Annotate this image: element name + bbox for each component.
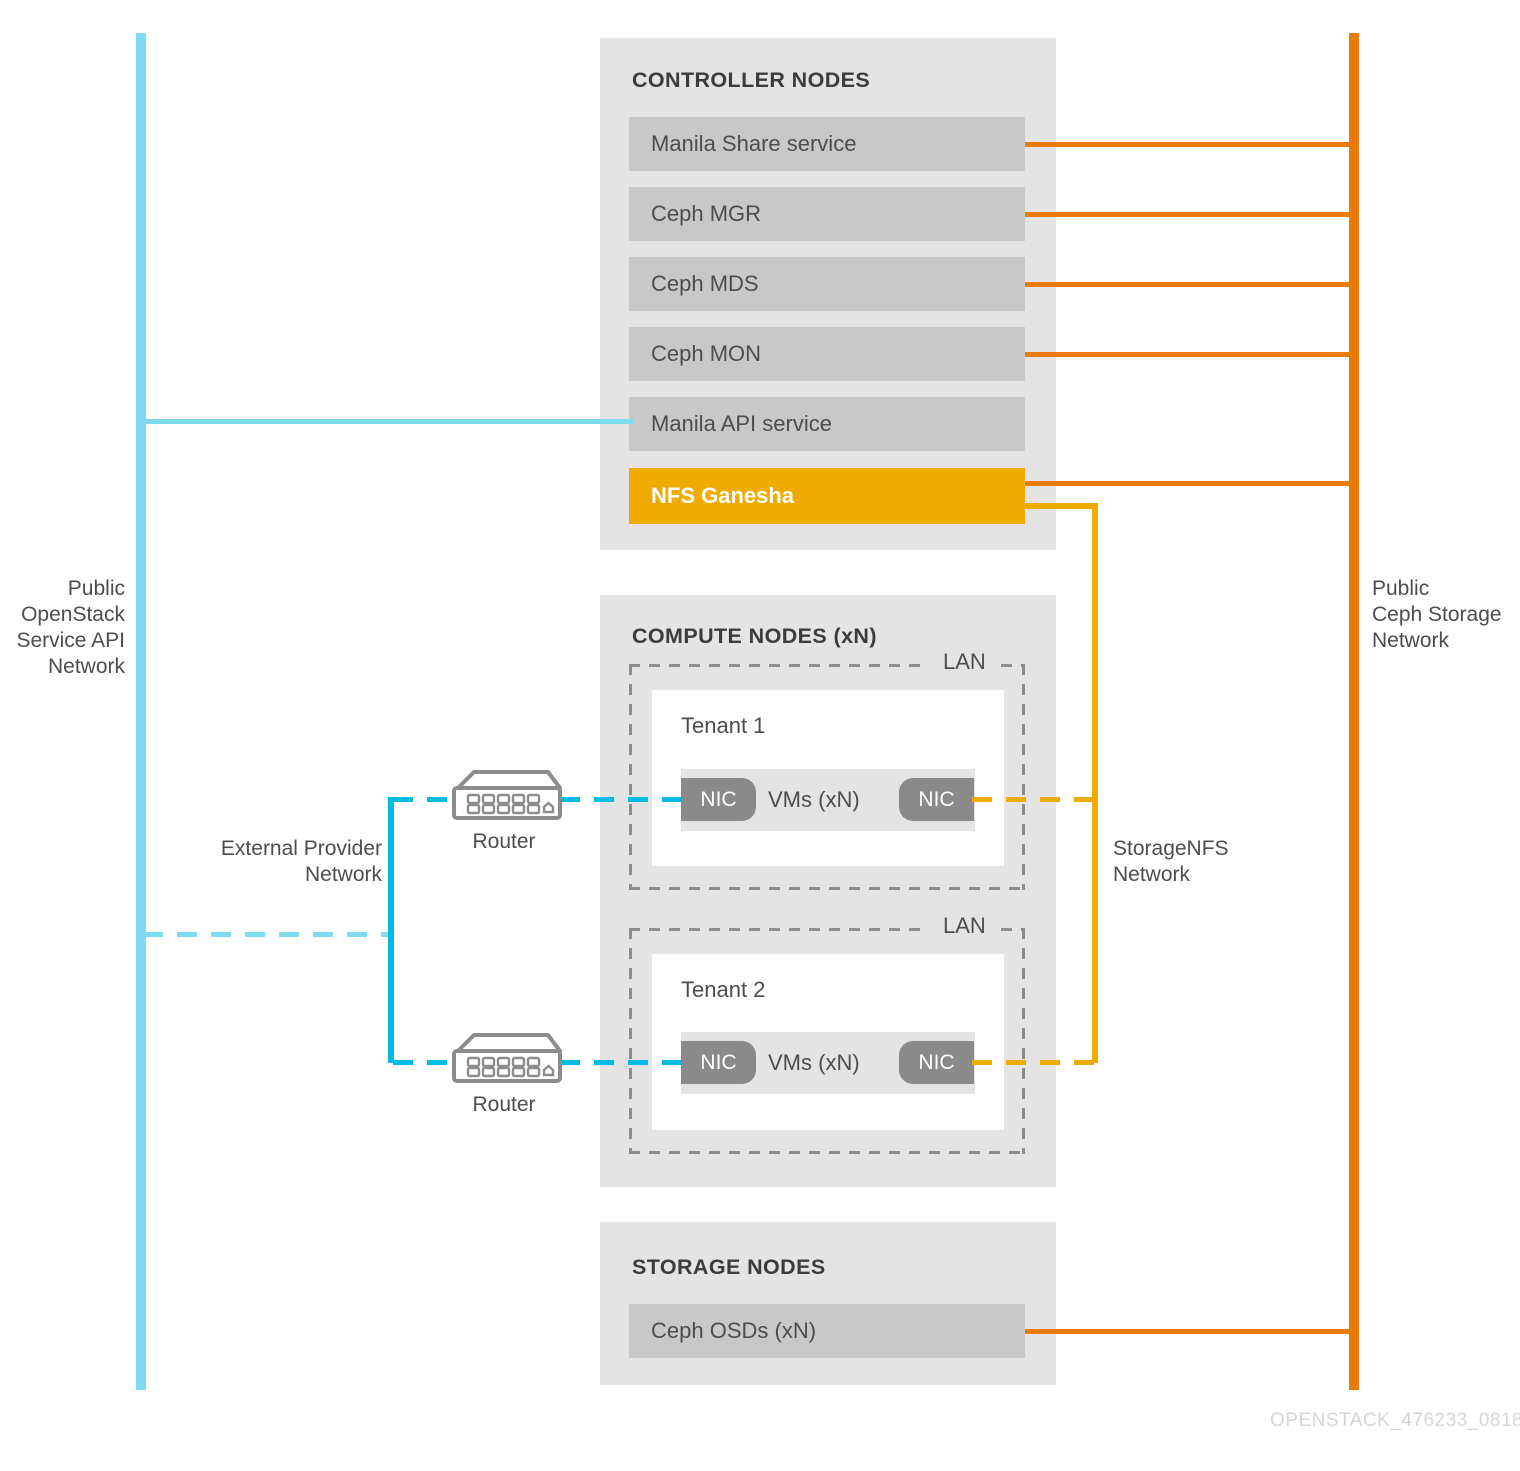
tenant-name-1: Tenant 1: [681, 713, 766, 738]
link-tenant-1-nic-to-storagenfs: [972, 797, 1094, 802]
storagenfs-network-trunk: [1092, 503, 1098, 1063]
lan-border-top: [629, 664, 929, 667]
storagenfs-link-from-ganesha: [1022, 503, 1098, 509]
service-box-ceph-mon: Ceph MON: [629, 327, 1025, 381]
watermark: OPENSTACK_476233_0818: [1270, 1410, 1520, 1431]
lan-border-right: [1022, 928, 1025, 1154]
lan-border-bottom: [629, 1151, 1025, 1154]
lan-border-right: [1022, 664, 1025, 890]
nic-tenant-2-right: NIC: [899, 1041, 974, 1084]
router-1-caption: Router: [472, 830, 536, 853]
vms-label-tenant-2: VMs (xN): [768, 1050, 860, 1075]
lan-label: LAN: [934, 649, 995, 675]
link-manila-api-to-public-api-network: [143, 419, 633, 424]
storage-nodes-title: STORAGE NODES: [632, 1255, 826, 1279]
link-router-2-to-tenant-2-nic: [560, 1060, 688, 1065]
service-label: Manila Share service: [651, 131, 857, 156]
link-tenant-2-nic-to-storagenfs: [972, 1060, 1094, 1065]
router-2[interactable]: Router: [444, 1029, 564, 1116]
service-box-ceph-osds: Ceph OSDs (xN): [629, 1304, 1025, 1358]
service-box-manila-api: Manila API service: [629, 397, 1025, 451]
compute-nodes-title: COMPUTE NODES (xN): [632, 624, 877, 648]
service-box-nfs-ganesha: NFS Ganesha: [629, 468, 1025, 524]
public-ceph-storage-network-trunk: [1349, 33, 1359, 1390]
link-external-provider-to-router-1: [393, 797, 451, 802]
link-ceph-mon-to-ceph-network: [1025, 352, 1354, 357]
link-ceph-mgr-to-ceph-network: [1025, 212, 1354, 217]
label-public-openstack-api-network: Public OpenStack Service API Network: [16, 577, 125, 678]
link-manila-share-to-ceph-network: [1025, 142, 1354, 147]
lan-label: LAN: [934, 913, 995, 939]
service-box-ceph-mgr: Ceph MGR: [629, 187, 1025, 241]
router-1[interactable]: Router: [444, 766, 564, 853]
nic-tenant-2-left: NIC: [681, 1041, 756, 1084]
router-icon: [452, 1033, 562, 1083]
link-public-api-to-external-provider: [143, 932, 393, 937]
label-external-provider-network: External Provider Network: [220, 837, 382, 886]
link-external-provider-to-router-2: [393, 1060, 451, 1065]
router-icon: [452, 770, 562, 820]
service-label: Manila API service: [651, 411, 832, 436]
link-ceph-osds-to-ceph-network: [1025, 1329, 1354, 1334]
controller-nodes-title: CONTROLLER NODES: [632, 68, 871, 92]
link-ceph-mds-to-ceph-network: [1025, 282, 1354, 287]
service-label: Ceph OSDs (xN): [651, 1318, 817, 1343]
link-router-1-to-tenant-1-nic: [560, 797, 688, 802]
vms-label-tenant-1: VMs (xN): [768, 787, 860, 812]
diagram-canvas: CONTROLLER NODES Manila Share service Ce…: [0, 0, 1520, 1471]
lan-border-left: [629, 664, 632, 890]
tenant-name-2: Tenant 2: [681, 977, 766, 1002]
external-provider-network-trunk: [388, 797, 394, 1063]
nic-tenant-1-right: NIC: [899, 778, 974, 821]
service-box-manila-share: Manila Share service: [629, 117, 1025, 171]
public-openstack-api-network-trunk: [136, 33, 146, 1390]
service-label: NFS Ganesha: [651, 483, 795, 508]
nic-tenant-1-left: NIC: [681, 778, 756, 821]
service-label: Ceph MDS: [651, 271, 759, 296]
lan-border-bottom: [629, 887, 1025, 890]
link-nfs-ganesha-to-ceph-network: [1025, 481, 1354, 486]
service-box-ceph-mds: Ceph MDS: [629, 257, 1025, 311]
router-2-caption: Router: [472, 1093, 536, 1116]
lan-border-top: [629, 928, 929, 931]
service-label: Ceph MON: [651, 341, 762, 366]
label-public-ceph-storage-network: Public Ceph Storage Network: [1372, 577, 1502, 652]
service-label: Ceph MGR: [651, 201, 762, 226]
label-storagenfs-network: StorageNFS Network: [1113, 837, 1229, 886]
lan-border-left: [629, 928, 632, 1154]
